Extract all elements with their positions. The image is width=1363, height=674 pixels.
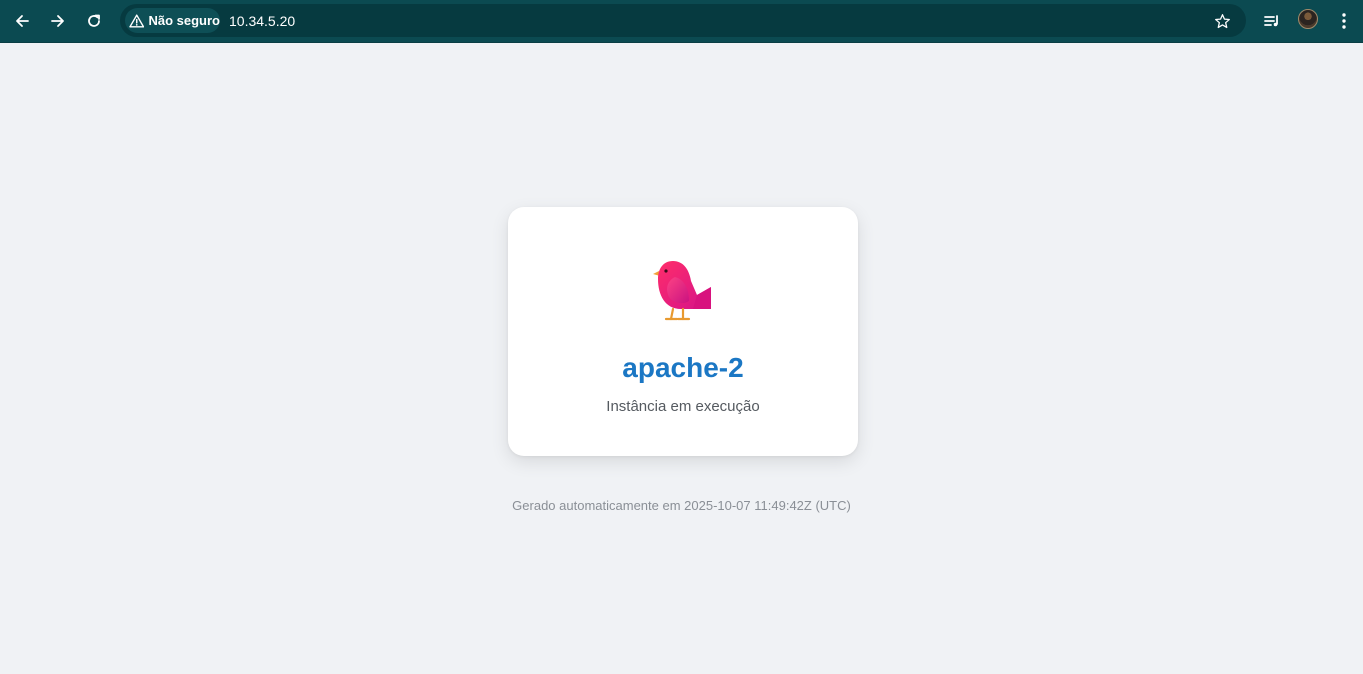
reload-icon (88, 14, 100, 27)
instance-title: apache-2 (622, 352, 744, 383)
forward-button[interactable] (43, 6, 73, 36)
browser-toolbar: Não seguro 10.34.5.20 (0, 0, 1363, 43)
more-vert-icon (1342, 13, 1346, 29)
back-button[interactable] (7, 6, 37, 36)
media-controls-icon (1264, 15, 1278, 27)
reload-button[interactable] (79, 6, 109, 36)
instance-card: apache-2 Instância em execução (508, 207, 858, 456)
instance-status: Instância em execução (606, 398, 760, 415)
warning-icon (129, 13, 145, 28)
star-icon (1214, 13, 1230, 28)
generated-timestamp: Gerado automaticamente em 2025-10-07 11:… (512, 498, 851, 513)
url-text[interactable]: 10.34.5.20 (229, 13, 295, 29)
security-label: Não seguro (148, 13, 220, 28)
back-arrow-icon (16, 15, 29, 27)
media-controls-button[interactable] (1257, 6, 1287, 36)
security-chip[interactable]: Não seguro (125, 8, 220, 33)
forward-arrow-icon (51, 15, 64, 27)
bookmark-star-button[interactable] (1212, 11, 1232, 31)
menu-button[interactable] (1329, 6, 1359, 36)
avatar[interactable] (1298, 9, 1318, 29)
bird-logo-icon (653, 261, 711, 321)
address-bar[interactable]: Não seguro 10.34.5.20 (120, 4, 1246, 37)
